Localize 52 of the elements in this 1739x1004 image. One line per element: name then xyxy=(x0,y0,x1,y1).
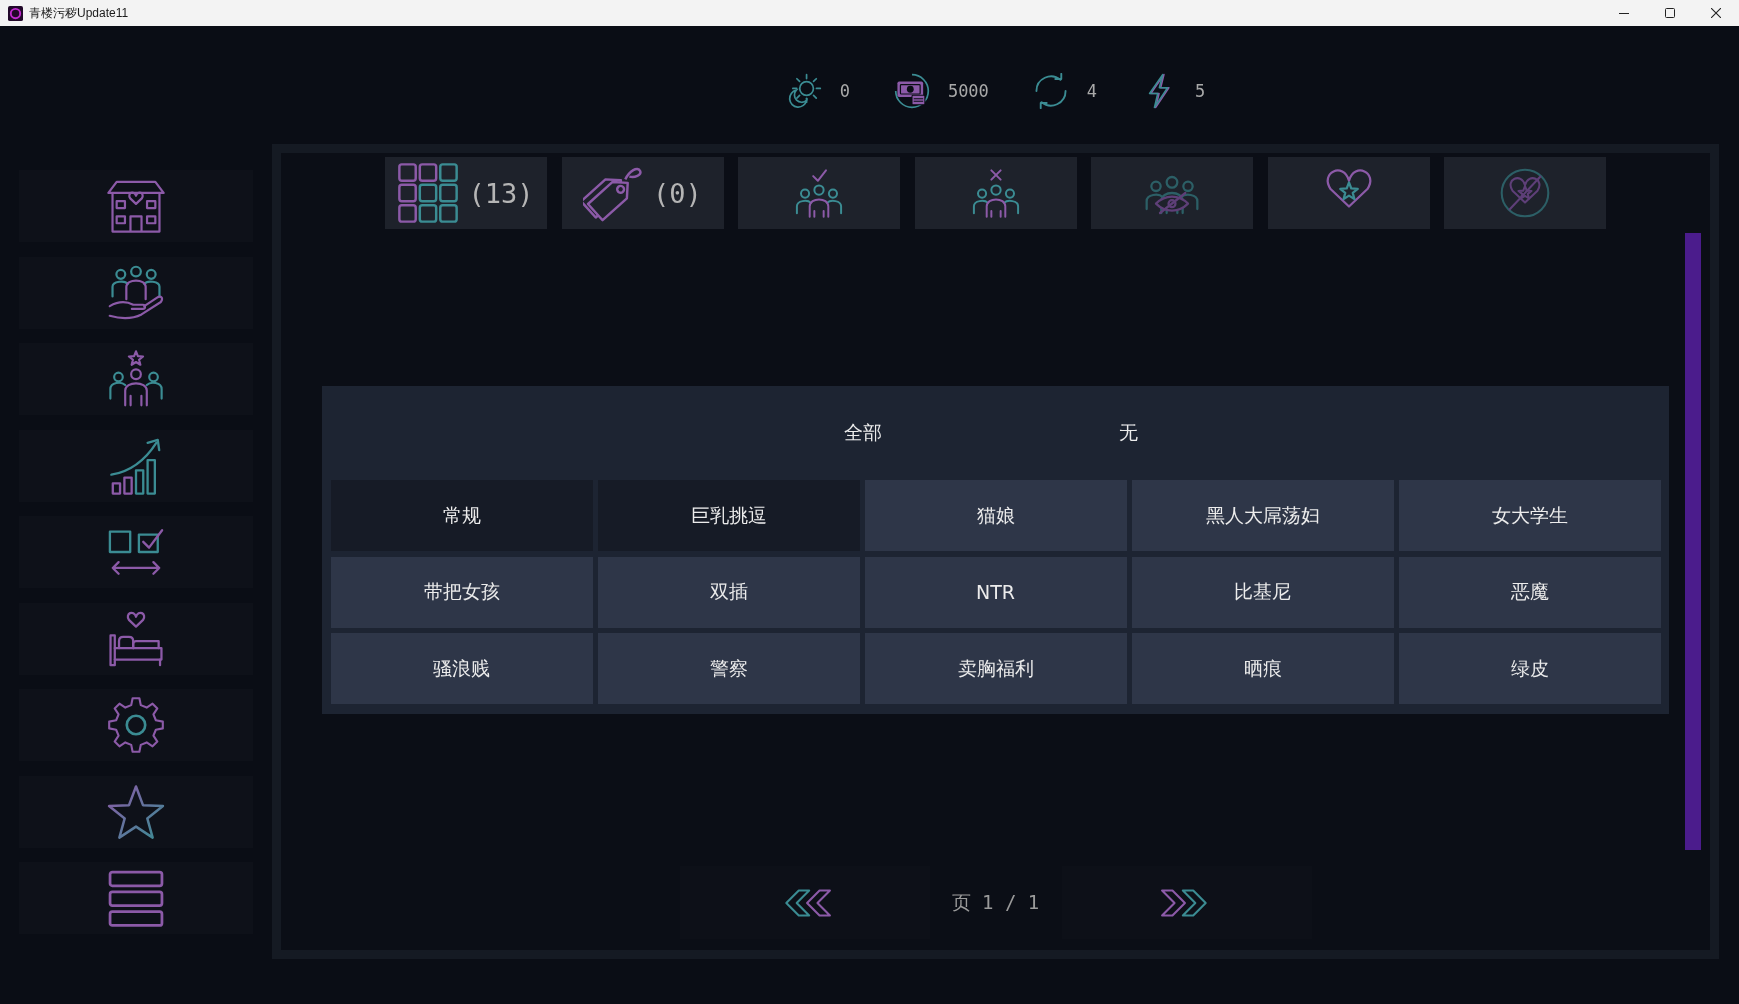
tag-filter-button[interactable]: 绿皮 xyxy=(1398,633,1661,704)
tag-filter-button[interactable]: 比基尼 xyxy=(1131,556,1394,628)
sidebar-button[interactable] xyxy=(19,602,253,675)
tag-filter-button[interactable]: 恶魔 xyxy=(1398,556,1661,628)
tag-filter-button[interactable]: 卖胸福利 xyxy=(864,633,1127,704)
filter-tab[interactable] xyxy=(1267,157,1430,229)
stat-value: 5000 xyxy=(947,81,989,101)
tag-filter-button[interactable]: 猫娘 xyxy=(864,480,1127,551)
close-icon xyxy=(1711,8,1721,18)
filter-tab[interactable]: (0) xyxy=(561,157,724,229)
filter-option[interactable]: 全部 xyxy=(731,408,994,458)
tag-filter-button[interactable]: 晒痕 xyxy=(1131,633,1394,704)
menu-icon xyxy=(107,869,165,927)
filter-tab[interactable] xyxy=(1091,157,1253,229)
sidebar-button[interactable] xyxy=(19,862,253,934)
window-title: 青楼污秽Update11 xyxy=(29,4,129,22)
tag-filter-button[interactable]: 常规 xyxy=(330,480,593,551)
tag-filter-button[interactable]: 女大学生 xyxy=(1398,480,1661,551)
star-icon xyxy=(107,782,165,841)
maximize-icon xyxy=(1665,8,1675,18)
banknote-icon xyxy=(893,73,930,109)
tag-filter-button[interactable]: NTR xyxy=(864,556,1127,628)
filter-tab[interactable] xyxy=(738,157,900,229)
tag-filter-button[interactable]: 警察 xyxy=(597,633,860,704)
tag-filter-button[interactable]: 黑人大屌荡妇 xyxy=(1131,480,1394,551)
app-icon xyxy=(8,5,23,21)
filter-tab[interactable] xyxy=(914,157,1077,229)
stat-value: 5 xyxy=(1195,81,1206,101)
sidebar-button[interactable] xyxy=(19,429,253,502)
sidebar-button[interactable] xyxy=(19,516,253,588)
tag-filter-button[interactable]: 骚浪贱 xyxy=(330,633,593,704)
sidebar-button[interactable] xyxy=(19,343,253,415)
filter-tab[interactable] xyxy=(1444,157,1606,229)
tag-filter-button[interactable]: 巨乳挑逗 xyxy=(597,480,860,551)
stat-value: 0 xyxy=(839,81,850,101)
sidebar-button[interactable] xyxy=(19,170,253,242)
bed-heart-icon xyxy=(107,609,165,668)
hand-holding-people-icon xyxy=(107,263,165,322)
minimize-icon xyxy=(1619,12,1629,14)
grid-icon xyxy=(398,163,459,223)
gear-icon xyxy=(107,696,165,754)
filter-tab[interactable]: (13) xyxy=(385,157,547,229)
sidebar-button[interactable] xyxy=(19,256,253,329)
scrollbar-thumb[interactable] xyxy=(1685,233,1701,850)
sidebar-button[interactable] xyxy=(19,689,253,761)
page-indicator: 页 1 / 1 xyxy=(951,889,1040,915)
stat-value: 4 xyxy=(1086,81,1098,101)
tag-filter-button[interactable]: 双插 xyxy=(597,556,860,628)
tag-filter-button[interactable]: 带把女孩 xyxy=(330,556,593,628)
sidebar-button[interactable] xyxy=(19,775,253,848)
filter-option[interactable]: 无 xyxy=(997,408,1260,458)
people-star-icon xyxy=(107,350,165,408)
